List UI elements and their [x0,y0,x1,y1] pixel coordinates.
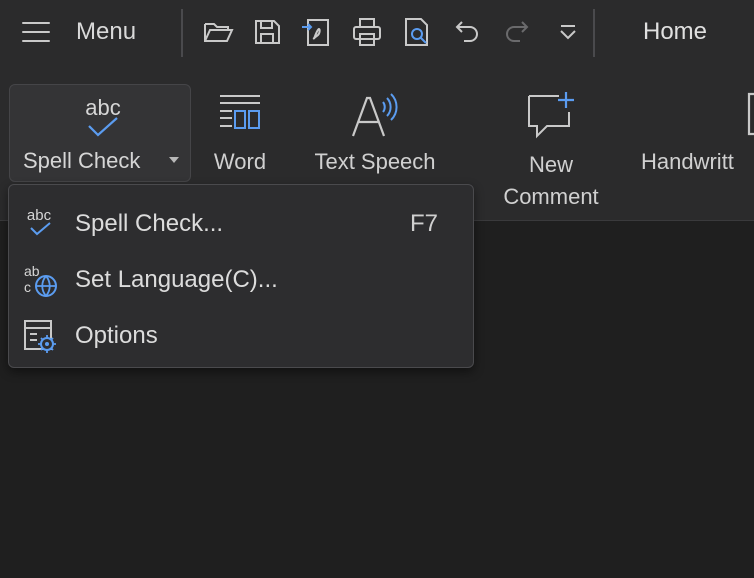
word-label: Word [213,149,267,174]
spell-check-button[interactable]: abc Spell Check [9,84,191,182]
undo-icon[interactable] [450,15,484,49]
spell-check-dropdown-menu: abc Spell Check... F7 ab c Set Language(… [8,184,474,368]
handwriting-label: Handwritt [641,149,734,174]
svg-text:ab: ab [24,263,40,279]
menu-item-set-language[interactable]: ab c Set Language(C)... [9,251,473,307]
menu-item-label: Set Language(C)... [75,266,278,293]
options-settings-icon [24,320,56,353]
menu-item-spell-check[interactable]: abc Spell Check... F7 [9,195,473,251]
title-toolbar: Menu Home [0,0,754,66]
menu-item-label: Spell Check... [75,210,224,237]
spell-check-icon: abc [27,207,52,236]
text-speech-icon [351,93,398,137]
svg-text:abc: abc [85,95,120,120]
handwriting-button[interactable]: Handwritt [641,92,754,175]
svg-text:abc: abc [27,207,52,224]
toolbar-divider [593,9,595,57]
handwriting-icon [747,92,754,136]
menu-button[interactable]: Menu [76,18,136,46]
more-dropdown-icon[interactable] [551,15,585,49]
new-comment-icon [528,92,574,139]
menu-item-options[interactable]: Options [9,307,473,363]
save-icon[interactable] [250,15,284,49]
export-pdf-icon[interactable] [300,15,334,49]
new-comment-label-1: New [528,152,573,177]
print-icon[interactable] [350,15,384,49]
print-preview-icon[interactable] [400,15,434,49]
tab-home[interactable]: Home [643,18,707,46]
hamburger-menu-icon[interactable] [22,22,50,42]
text-speech-button[interactable]: Text Speech [301,92,449,175]
new-comment-button[interactable]: New Comment [490,90,612,213]
word-button[interactable]: Word [205,92,275,175]
redo-icon[interactable] [500,15,534,49]
text-speech-label: Text Speech [314,149,436,174]
spell-check-label: Spell Check [23,148,141,173]
new-comment-label-2: Comment [503,184,599,209]
toolbar-divider [181,9,183,57]
chevron-down-icon[interactable] [169,157,179,163]
language-globe-icon: ab c [24,263,57,297]
svg-text:c: c [24,279,31,295]
menu-item-label: Options [75,322,158,349]
shortcut-label: F7 [409,210,438,237]
word-count-icon [220,95,260,129]
spell-check-icon: abc [85,95,121,137]
open-folder-icon[interactable] [201,15,235,49]
